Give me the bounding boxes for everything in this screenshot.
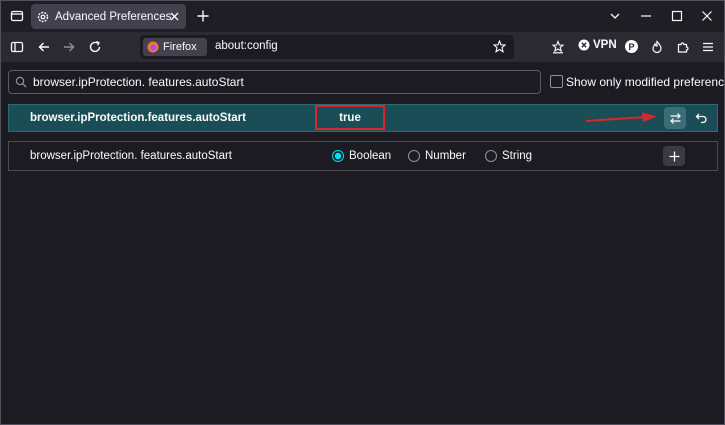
tab-advanced-preferences[interactable]: Advanced Preferences xyxy=(31,4,186,29)
toggle-arrows-icon xyxy=(669,112,681,124)
plus-icon xyxy=(669,151,679,161)
sidebar-icon[interactable] xyxy=(10,40,24,54)
flame-icon[interactable] xyxy=(650,40,664,54)
bookmark-star-icon[interactable] xyxy=(493,40,506,53)
radio-boolean[interactable] xyxy=(332,150,344,162)
identity-label: Firefox xyxy=(163,41,197,53)
radio-number-label[interactable]: Number xyxy=(425,150,466,162)
pocket-save-icon[interactable] xyxy=(551,40,565,54)
back-arrow-icon[interactable] xyxy=(37,40,51,54)
show-modified-label[interactable]: Show only modified preferences xyxy=(566,75,725,89)
url-text: about:config xyxy=(215,40,278,52)
list-tabs-icon[interactable] xyxy=(609,10,621,22)
preference-search-input[interactable]: browser.ipProtection. features.autoStart xyxy=(8,70,541,94)
vpn-shield-icon xyxy=(578,39,590,51)
gear-icon xyxy=(37,11,49,22)
tab-strip: Advanced Preferences xyxy=(0,0,725,32)
radio-string[interactable] xyxy=(485,150,497,162)
reset-undo-icon[interactable] xyxy=(695,111,708,124)
extensions-puzzle-icon[interactable] xyxy=(676,40,690,54)
new-preference-name: browser.ipProtection. features.autoStart xyxy=(30,150,232,162)
toggle-button[interactable] xyxy=(664,107,686,129)
new-tab-icon[interactable] xyxy=(196,9,210,23)
reload-icon[interactable] xyxy=(88,40,102,54)
show-modified-checkbox[interactable] xyxy=(550,75,563,88)
window-border xyxy=(0,0,725,425)
vpn-button[interactable]: VPN xyxy=(578,39,617,51)
identity-box[interactable]: Firefox xyxy=(143,38,207,56)
minimize-icon[interactable] xyxy=(640,10,652,22)
radio-string-label[interactable]: String xyxy=(502,150,532,162)
preference-value-text: true xyxy=(339,111,361,124)
tab-title: Advanced Preferences xyxy=(55,10,172,23)
close-tab-icon[interactable] xyxy=(168,10,181,23)
firefox-view-icon[interactable] xyxy=(10,9,24,23)
radio-boolean-label[interactable]: Boolean xyxy=(349,150,391,162)
navigation-toolbar: Firefox about:config VPN P xyxy=(0,32,725,62)
preference-value: true xyxy=(315,105,385,130)
address-bar[interactable]: Firefox about:config xyxy=(140,35,514,59)
new-preference-row: browser.ipProtection. features.autoStart… xyxy=(8,141,718,171)
radio-number[interactable] xyxy=(408,150,420,162)
search-value: browser.ipProtection. features.autoStart xyxy=(33,75,244,89)
profile-avatar[interactable]: P xyxy=(625,40,638,53)
close-window-icon[interactable] xyxy=(701,10,713,22)
search-icon xyxy=(15,76,27,88)
hamburger-menu-icon[interactable] xyxy=(701,40,715,54)
preference-name: browser.ipProtection.features.autoStart xyxy=(30,112,246,124)
maximize-icon[interactable] xyxy=(671,10,683,22)
vpn-label: VPN xyxy=(593,39,617,51)
forward-arrow-icon[interactable] xyxy=(62,40,76,54)
firefox-logo-icon xyxy=(147,41,159,53)
add-preference-button[interactable] xyxy=(663,146,685,166)
preference-row: browser.ipProtection.features.autoStart … xyxy=(8,104,718,132)
